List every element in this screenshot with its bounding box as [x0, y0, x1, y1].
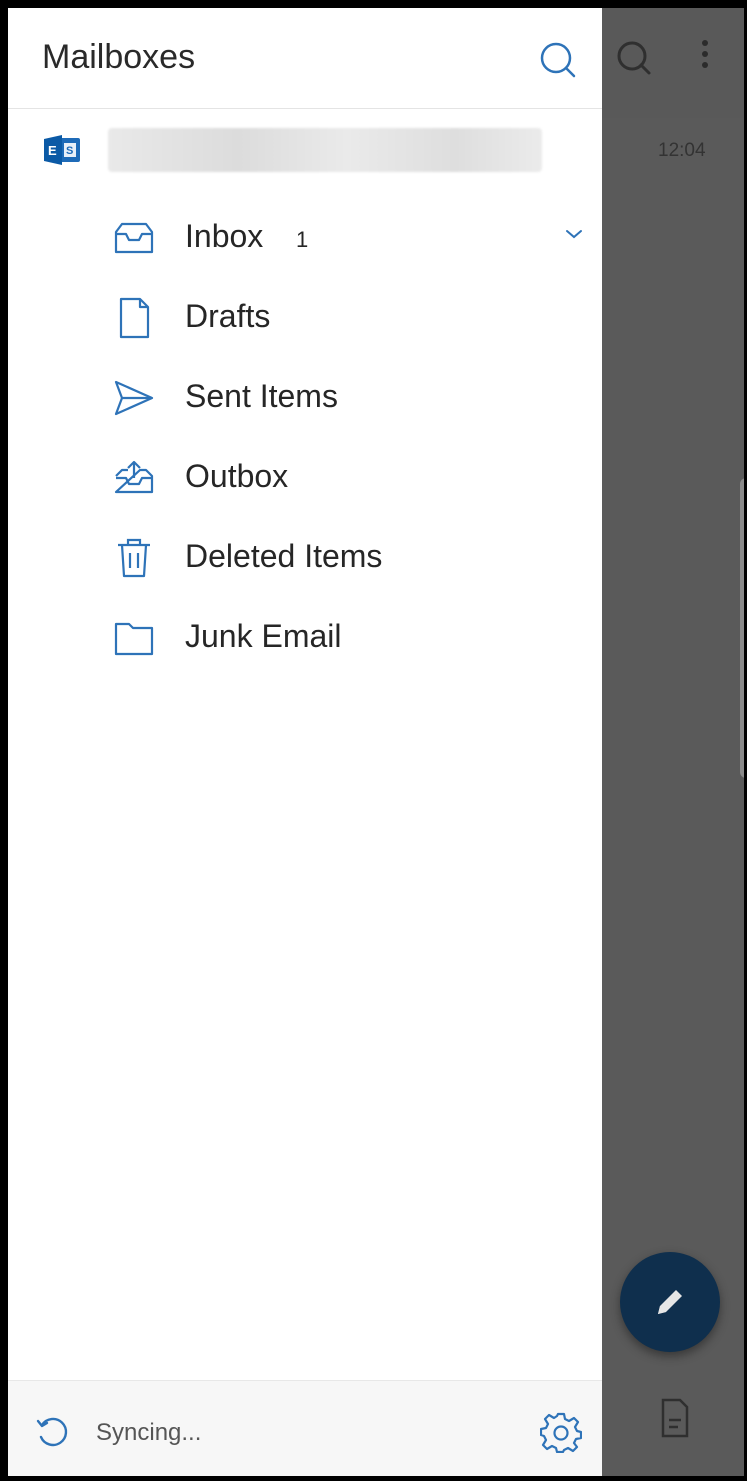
- sync-icon[interactable]: [34, 1413, 72, 1451]
- folder-label: Inbox: [185, 218, 264, 254]
- folder-inbox[interactable]: Inbox 1: [104, 198, 602, 278]
- folder-label: Deleted Items: [185, 538, 383, 574]
- gear-icon[interactable]: [540, 1411, 582, 1453]
- folder-drafts[interactable]: Drafts: [104, 278, 602, 358]
- app-frame: 12:04 Mailboxes E S Inbox 1 Drafts Sent …: [8, 8, 744, 1476]
- drawer-title: Mailboxes: [42, 38, 196, 76]
- drawer-footer: Syncing...: [8, 1380, 602, 1476]
- folder-outbox[interactable]: Outbox: [104, 438, 602, 518]
- send-icon: [114, 380, 154, 416]
- folder-deleted-items[interactable]: Deleted Items: [104, 518, 602, 598]
- folder-label: Drafts: [185, 298, 271, 334]
- chevron-down-icon[interactable]: [562, 222, 586, 246]
- unread-count-badge: 1: [296, 227, 309, 252]
- search-icon[interactable]: [536, 38, 580, 82]
- outbox-tray-icon: [114, 460, 154, 494]
- drawer-header: Mailboxes: [8, 8, 602, 109]
- draft-document-icon: [119, 297, 150, 339]
- account-row[interactable]: E S: [8, 120, 602, 180]
- exchange-icon: E S: [44, 135, 80, 165]
- message-time: 12:04: [658, 140, 706, 161]
- message-card-edge: [740, 478, 744, 778]
- folder-sent-items[interactable]: Sent Items: [104, 358, 602, 438]
- account-email-redacted: [108, 128, 542, 172]
- trash-icon: [118, 538, 150, 578]
- folder-label: Junk Email: [185, 618, 342, 654]
- inbox-icon: [114, 222, 154, 254]
- svg-text:S: S: [66, 145, 73, 157]
- folder-junk-email[interactable]: Junk Email: [104, 598, 602, 678]
- compose-button[interactable]: [620, 1252, 720, 1352]
- folder-label: Sent Items: [185, 378, 338, 414]
- folder-icon: [114, 622, 154, 656]
- sync-status-text: Syncing...: [96, 1419, 202, 1446]
- svg-text:E: E: [48, 143, 57, 158]
- mailboxes-drawer: Mailboxes E S Inbox 1 Drafts Sent Items …: [8, 8, 602, 1476]
- folder-label: Outbox: [185, 458, 289, 494]
- search-icon[interactable]: [614, 38, 654, 78]
- more-options-icon[interactable]: [700, 40, 710, 80]
- notes-icon[interactable]: [660, 1398, 690, 1438]
- pencil-icon: [658, 1290, 682, 1314]
